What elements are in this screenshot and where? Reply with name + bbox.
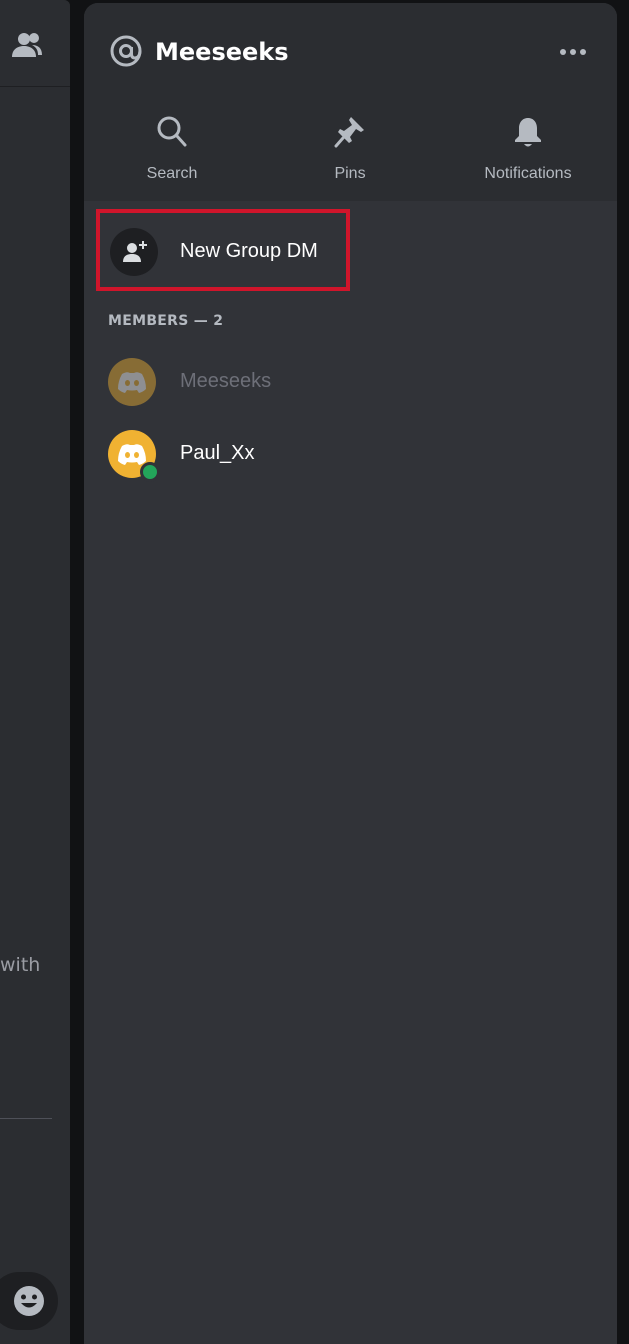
notifications-button[interactable]: Notifications [458, 115, 598, 201]
divider [0, 1118, 52, 1119]
chat-area-partial [0, 87, 70, 1344]
member-item-meeseeks[interactable]: Meeseeks [108, 358, 588, 408]
avatar [108, 358, 156, 406]
member-name: Meeseeks [180, 370, 272, 392]
at-icon [108, 33, 144, 69]
discord-logo-icon [118, 444, 146, 465]
left-pane: with [0, 0, 70, 1344]
partial-message-text: with [0, 954, 41, 976]
members-heading: MEMBERS — 2 [108, 313, 224, 329]
pins-button[interactable]: Pins [280, 115, 420, 201]
add-person-icon [123, 241, 147, 262]
member-item-paul-xx[interactable]: Paul_Xx [108, 430, 588, 482]
notifications-label: Notifications [484, 165, 572, 182]
pins-label: Pins [334, 165, 366, 182]
online-status-indicator [140, 462, 160, 482]
search-icon [157, 116, 187, 147]
search-button[interactable]: Search [102, 115, 242, 201]
search-label: Search [146, 165, 198, 182]
left-topbar [0, 0, 70, 87]
pin-icon [334, 117, 364, 148]
page-title: Meeseeks [155, 38, 289, 66]
smiley-icon[interactable] [12, 1284, 46, 1318]
more-horizontal-icon[interactable] [558, 37, 588, 67]
dm-details-panel: Meeseeks Search Pins Notifications New G… [84, 3, 617, 1344]
people-icon[interactable] [10, 30, 44, 60]
new-group-avatar [110, 228, 158, 276]
new-group-dm-label: New Group DM [180, 240, 318, 262]
new-group-dm-button[interactable]: New Group DM [96, 209, 350, 291]
panel-header: Meeseeks Search Pins Notifications [84, 3, 617, 201]
bell-icon [515, 118, 541, 147]
discord-logo-icon [118, 372, 146, 393]
member-name: Paul_Xx [180, 442, 255, 464]
